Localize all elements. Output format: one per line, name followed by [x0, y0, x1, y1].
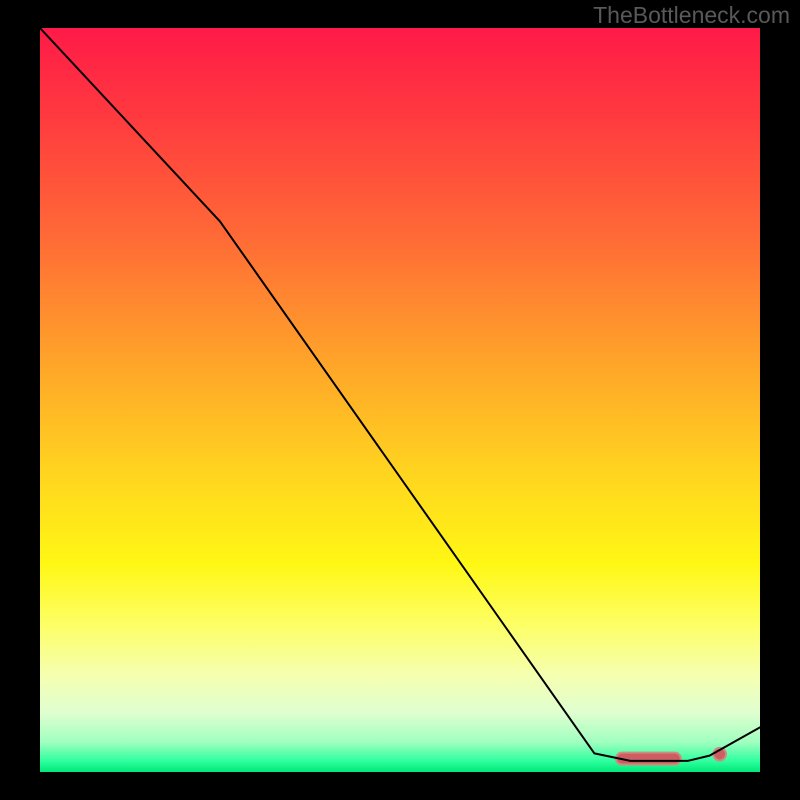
attribution-text: TheBottleneck.com — [593, 2, 790, 29]
series-line-curve — [40, 28, 760, 761]
chart-frame: TheBottleneck.com — [0, 0, 800, 800]
series-layer — [40, 28, 760, 761]
bottom-label-pill — [616, 753, 681, 765]
plot-svg — [40, 28, 760, 772]
plot-area — [40, 28, 760, 772]
